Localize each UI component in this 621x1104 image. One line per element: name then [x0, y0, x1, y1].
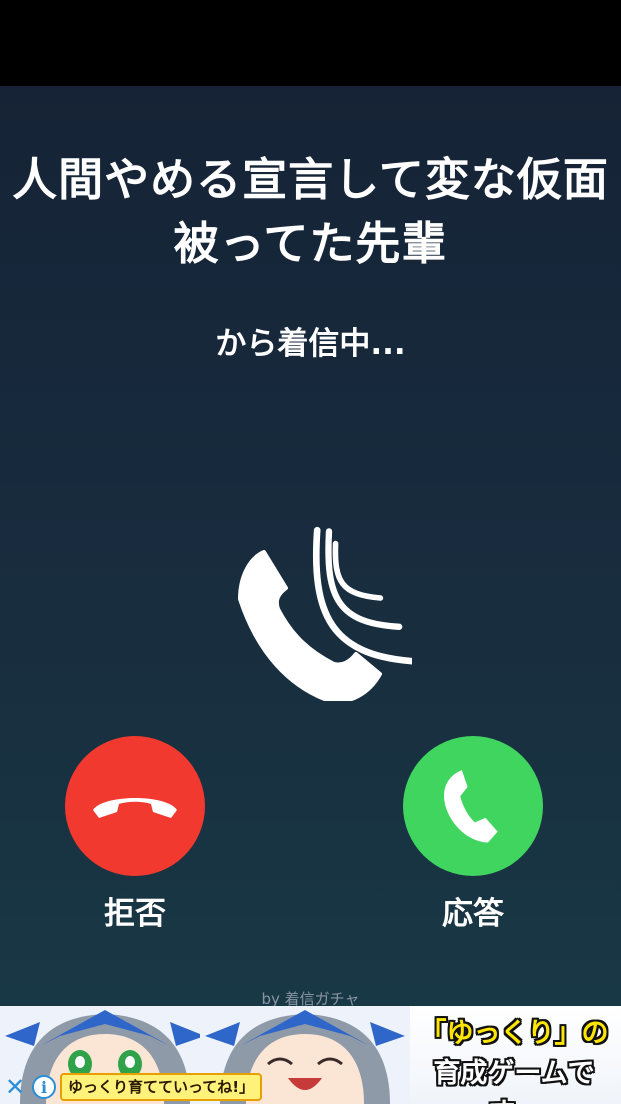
- answer-label: 応答: [442, 896, 504, 932]
- ad-headline-line1: 「ゆっくり」の: [419, 1018, 609, 1049]
- ad-headline-line2: 育成ゲームです。: [433, 1058, 595, 1104]
- close-icon[interactable]: ✕: [2, 1074, 28, 1100]
- info-icon[interactable]: i: [32, 1075, 56, 1099]
- phone-hangup-icon: [93, 798, 177, 818]
- ad-banner[interactable]: ✕ i ゆっくり育てていってね!」 「ゆっくり」の 育成ゲームです。: [0, 1006, 621, 1104]
- phone-ringing-icon: [238, 526, 412, 701]
- call-status: から着信中...: [215, 326, 406, 362]
- incoming-call-screen: 人間やめる宣言して変な仮面被ってた先輩 から着信中... 拒否 応答 by 着信…: [0, 86, 621, 1008]
- ad-headline: 「ゆっくり」の 育成ゲームです。: [408, 1014, 620, 1104]
- app-frame: 人間やめる宣言して変な仮面被ってた先輩 から着信中... 拒否 応答 by 着信…: [0, 0, 621, 1104]
- decline-label: 拒否: [104, 896, 166, 932]
- ad-caption: ゆっくり育てていってね!」: [60, 1073, 263, 1101]
- ad-controls: ✕ i ゆっくり育てていってね!」: [0, 1070, 263, 1104]
- answer-button[interactable]: [403, 736, 543, 876]
- phone-answer-icon: [444, 770, 498, 843]
- decline-button[interactable]: [65, 736, 205, 876]
- caller-name: 人間やめる宣言して変な仮面被ってた先輩: [12, 153, 609, 270]
- status-bar: [0, 0, 621, 86]
